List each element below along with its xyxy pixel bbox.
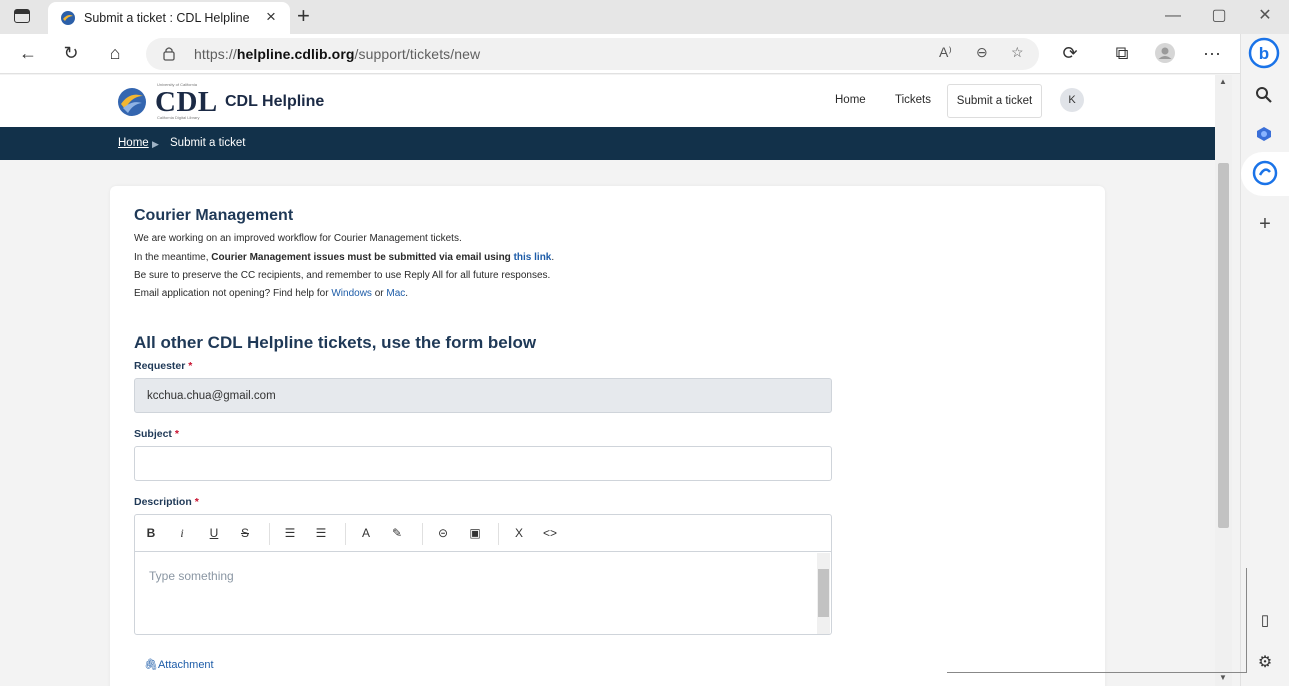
edge-sidebar: b + ▯ ⚙ — [1240, 34, 1289, 686]
requester-label: Requester * — [134, 360, 193, 372]
site-header: University of California CDL California … — [0, 75, 1215, 127]
bold-icon[interactable]: B — [141, 526, 161, 540]
image-icon[interactable]: ▣ — [465, 526, 485, 540]
editor-toolbar: B i U S ☰ ☰ A ✎ ⊝ ▣ X <> — [135, 515, 831, 552]
mac-link[interactable]: Mac — [386, 288, 405, 299]
tab-strip: Submit a ticket : CDL Helpline × + — ▢ ✕ — [0, 0, 1289, 34]
cdl-logo-swirl-icon — [118, 88, 146, 116]
windows-link[interactable]: Windows — [331, 288, 372, 299]
close-tab-icon[interactable]: × — [266, 7, 276, 27]
clear-format-icon[interactable]: X — [509, 526, 529, 540]
settings-icon[interactable]: ⚙ — [1253, 651, 1277, 675]
requester-value: kcchua.chua@gmail.com — [147, 390, 276, 402]
profile-icon[interactable] — [1154, 42, 1176, 64]
toolbar-divider — [422, 523, 423, 545]
subject-input[interactable] — [134, 446, 832, 481]
new-tab-button[interactable]: + — [297, 4, 310, 28]
logo-subtitle: California Digital Library — [157, 115, 200, 120]
resize-guide-horizontal — [947, 672, 1246, 673]
address-url: https://helpline.cdlib.org/support/ticke… — [194, 46, 481, 62]
nav-submit-ticket-button[interactable]: Submit a ticket — [947, 84, 1042, 118]
page-scrollbar[interactable]: ▲ ▼ — [1215, 75, 1232, 686]
requester-field: kcchua.chua@gmail.com — [134, 378, 832, 413]
svg-text:b: b — [1259, 44, 1269, 63]
toolbar-divider — [269, 523, 270, 545]
logo-cdl-text: CDL — [155, 86, 218, 118]
link-icon[interactable]: ⊝ — [433, 526, 453, 540]
notice-line-3: Be sure to preserve the CC recipients, a… — [134, 270, 551, 281]
this-link[interactable]: this link — [514, 252, 552, 263]
office-icon[interactable] — [1256, 126, 1272, 142]
ordered-list-icon[interactable]: ☰ — [280, 526, 300, 540]
breadcrumb-home-link[interactable]: Home — [118, 137, 149, 149]
tab-title: Submit a ticket : CDL Helpline — [84, 11, 250, 25]
more-icon[interactable]: ··· — [1200, 42, 1224, 64]
attachment-link[interactable]: 🖇Attachment — [144, 658, 214, 671]
lock-icon — [163, 47, 175, 61]
collections-icon[interactable]: ⧉ — [1110, 42, 1134, 64]
scroll-up-icon[interactable]: ▲ — [1219, 77, 1227, 86]
copilot-icon[interactable] — [1252, 160, 1278, 186]
toolbar-divider — [345, 523, 346, 545]
breadcrumb: Home ▶ Submit a ticket — [0, 127, 1215, 160]
subject-label: Subject * — [134, 428, 179, 440]
notice-line-4: Email application not opening? Find help… — [134, 288, 409, 299]
page-viewport: University of California CDL California … — [0, 75, 1215, 686]
home-icon[interactable]: ⌂ — [103, 42, 127, 64]
italic-icon[interactable]: i — [172, 526, 192, 540]
toolbar-divider — [498, 523, 499, 545]
description-label: Description * — [134, 496, 199, 508]
bullet-list-icon[interactable]: ☰ — [311, 526, 331, 540]
site-name: CDL Helpline — [225, 93, 325, 110]
browser-tab[interactable]: Submit a ticket : CDL Helpline × — [48, 2, 290, 34]
search-icon[interactable] — [1255, 86, 1273, 104]
zoom-icon[interactable]: ⊖ — [976, 44, 988, 61]
tab-actions-icon[interactable] — [14, 9, 30, 23]
nav-home-link[interactable]: Home — [835, 94, 866, 106]
strikethrough-icon[interactable]: S — [235, 526, 255, 540]
read-aloud-icon[interactable]: A⁾ — [939, 44, 952, 61]
notice-line-1: We are working on an improved workflow f… — [134, 233, 462, 244]
text-color-icon[interactable]: A — [356, 526, 376, 540]
user-avatar[interactable]: K — [1060, 88, 1084, 112]
breadcrumb-current: Submit a ticket — [170, 137, 246, 149]
cdl-logo[interactable]: University of California CDL California … — [117, 82, 327, 123]
page-scroll-thumb[interactable] — [1218, 163, 1229, 528]
description-editor[interactable]: B i U S ☰ ☰ A ✎ ⊝ ▣ X <> Type something — [134, 514, 832, 635]
editor-placeholder: Type something — [149, 569, 234, 583]
paperclip-icon: 🖇 — [144, 659, 158, 671]
highlight-icon[interactable]: ✎ — [387, 526, 407, 540]
courier-heading: Courier Management — [134, 207, 294, 224]
favorites-icon[interactable]: ☆ — [1011, 44, 1024, 61]
close-window-icon[interactable]: ✕ — [1253, 6, 1277, 26]
minimize-icon[interactable]: — — [1161, 6, 1185, 26]
browser-toolbar: ← ↻ ⌂ https://helpline.cdlib.org/support… — [0, 34, 1240, 74]
panel-icon[interactable]: ▯ — [1253, 609, 1277, 633]
nav-tickets-link[interactable]: Tickets — [895, 94, 931, 106]
form-heading: All other CDL Helpline tickets, use the … — [134, 333, 537, 352]
code-icon[interactable]: <> — [540, 526, 560, 540]
back-icon[interactable]: ← — [16, 42, 40, 64]
ticket-card: Courier Management We are working on an … — [110, 186, 1105, 686]
editor-scroll-thumb[interactable] — [818, 569, 829, 617]
cdl-favicon-icon — [61, 11, 75, 25]
breadcrumb-separator-icon: ▶ — [152, 139, 159, 149]
address-bar[interactable]: https://helpline.cdlib.org/support/ticke… — [146, 38, 1039, 70]
notice-line-2: In the meantime, Courier Management issu… — [134, 252, 555, 263]
bing-icon[interactable]: b — [1248, 37, 1280, 69]
resize-guide-vertical — [1246, 568, 1247, 673]
refresh-icon[interactable]: ↻ — [59, 42, 83, 64]
extensions-icon[interactable]: ⟳ — [1058, 42, 1082, 64]
underline-icon[interactable]: U — [204, 526, 224, 540]
add-icon[interactable]: + — [1253, 212, 1277, 236]
maximize-icon[interactable]: ▢ — [1207, 6, 1231, 26]
scroll-down-icon[interactable]: ▼ — [1219, 673, 1227, 682]
editor-scrollbar[interactable] — [817, 553, 830, 634]
